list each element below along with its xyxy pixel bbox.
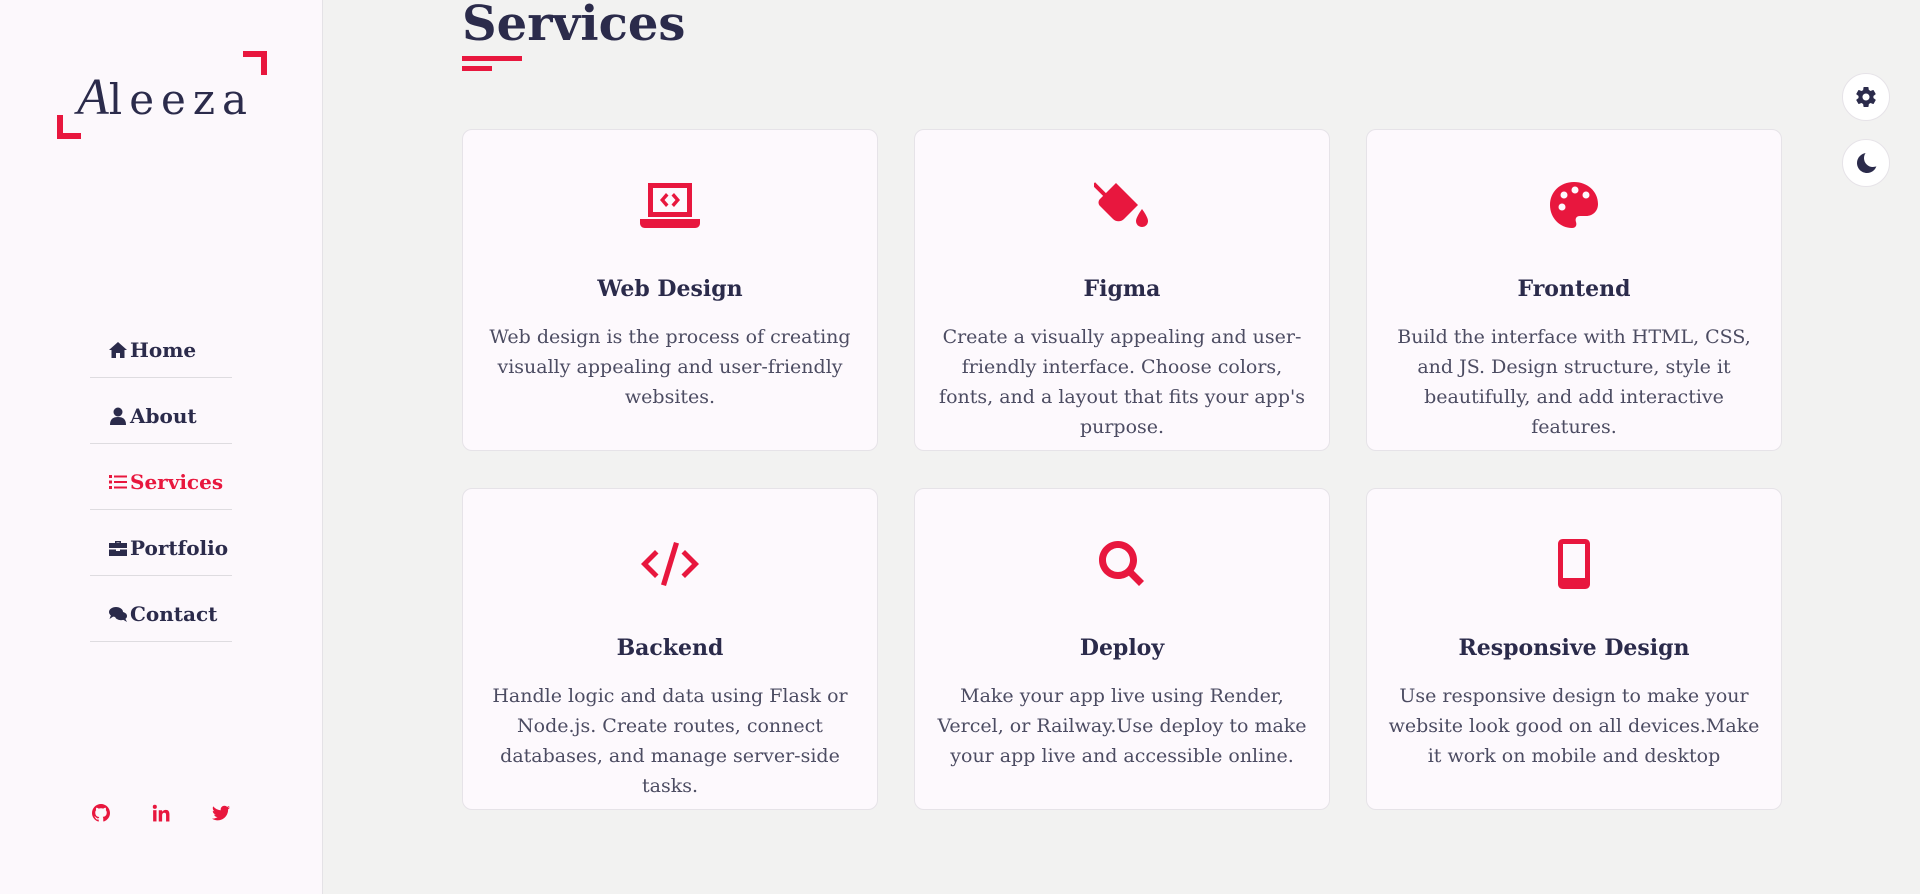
- theme-toggle-button[interactable]: [1842, 139, 1890, 187]
- page-title: Services: [462, 0, 686, 52]
- nav-item-contact[interactable]: Contact: [90, 576, 232, 642]
- nav-label-services: Services: [130, 469, 224, 494]
- settings-gear-icon: [1856, 87, 1876, 108]
- service-title: Frontend: [1517, 276, 1631, 302]
- service-card-figma: Figma Create a visually appealing and us…: [914, 129, 1330, 451]
- service-description: Use responsive design to make your websi…: [1388, 685, 1760, 767]
- service-description: Web design is the process of creating vi…: [489, 326, 851, 408]
- main-nav: Home About Services Portfolio Contact: [90, 312, 232, 642]
- service-card-web-design: Web Design Web design is the process of …: [462, 129, 878, 451]
- sidebar: Aleeza Home About Services Portfolio Con…: [0, 0, 323, 894]
- service-title: Web Design: [597, 276, 743, 302]
- mobile-icon: [1558, 539, 1590, 589]
- service-description: Handle logic and data using Flask or Nod…: [492, 685, 848, 797]
- laptop-code-icon: [640, 183, 700, 228]
- list-icon: [109, 474, 127, 489]
- search-icon: [1099, 541, 1144, 586]
- nav-label-home: Home: [130, 337, 197, 362]
- nav-item-portfolio[interactable]: Portfolio: [90, 510, 232, 576]
- logo-initial: A: [77, 69, 109, 126]
- service-title: Figma: [1083, 276, 1161, 302]
- paint-bucket-icon: [1094, 182, 1148, 227]
- nav-item-about[interactable]: About: [90, 378, 232, 444]
- title-underline: [462, 56, 1782, 72]
- user-icon: [110, 407, 126, 425]
- service-title: Deploy: [1079, 635, 1165, 661]
- linkedin-icon[interactable]: [152, 804, 170, 822]
- service-description: Create a visually appealing and user-fri…: [939, 326, 1305, 438]
- code-icon: [641, 542, 699, 586]
- title-underline-short: [462, 66, 492, 71]
- service-card-deploy: Deploy Make your app live using Render, …: [914, 488, 1330, 810]
- service-card-backend: Backend Handle logic and data using Flas…: [462, 488, 878, 810]
- dark-mode-moon-icon: [1857, 153, 1877, 173]
- service-card-frontend: Frontend Build the interface with HTML, …: [1366, 129, 1782, 451]
- briefcase-icon: [109, 540, 127, 556]
- service-description: Make your app live using Render, Vercel,…: [937, 685, 1307, 767]
- github-icon[interactable]: [92, 804, 110, 822]
- title-underline-long: [462, 56, 522, 61]
- palette-icon: [1550, 182, 1598, 228]
- nav-item-home[interactable]: Home: [90, 312, 232, 378]
- settings-button[interactable]: [1842, 73, 1890, 121]
- nav-label-about: About: [130, 403, 197, 428]
- comments-icon: [109, 606, 127, 622]
- social-links: [92, 804, 230, 822]
- nav-label-contact: Contact: [130, 601, 218, 626]
- nav-item-services[interactable]: Services: [90, 444, 232, 510]
- services-grid: Web Design Web design is the process of …: [462, 129, 1782, 810]
- service-card-responsive-design: Responsive Design Use responsive design …: [1366, 488, 1782, 810]
- logo[interactable]: Aleeza: [57, 51, 267, 139]
- service-description: Build the interface with HTML, CSS, and …: [1397, 326, 1751, 438]
- services-section: Services Web Design Web design is the pr…: [462, 0, 1782, 810]
- logo-rest: leeza: [108, 75, 255, 124]
- nav-label-portfolio: Portfolio: [130, 535, 229, 560]
- service-title: Backend: [616, 635, 724, 661]
- logo-text: Aleeza: [77, 68, 254, 127]
- twitter-icon[interactable]: [212, 804, 230, 822]
- home-icon: [109, 341, 127, 358]
- service-title: Responsive Design: [1458, 635, 1690, 661]
